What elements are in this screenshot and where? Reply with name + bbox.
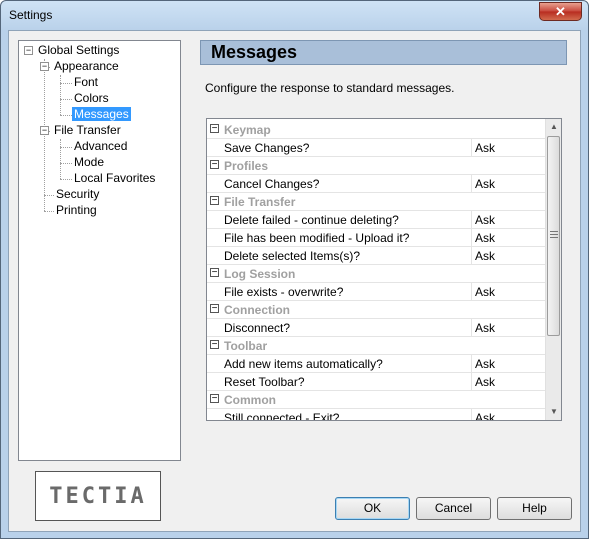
tree-item-local-favorites[interactable]: Local Favorites [72, 170, 157, 186]
response-value[interactable]: Ask [475, 231, 495, 245]
response-value[interactable]: Ask [475, 141, 495, 155]
column-separator [471, 247, 472, 265]
tree-item-mode[interactable]: Mode [72, 154, 106, 170]
tree-item-appearance[interactable]: Appearance [52, 58, 121, 74]
collapse-icon[interactable]: − [40, 126, 49, 135]
group-label: File Transfer [224, 195, 296, 209]
message-text: Delete failed - continue deleting? [224, 213, 399, 227]
response-value[interactable]: Ask [475, 357, 495, 371]
message-text: File has been modified - Upload it? [224, 231, 410, 245]
response-value[interactable]: Ask [475, 213, 495, 227]
column-separator [471, 139, 472, 157]
group-label: Log Session [224, 267, 296, 281]
message-text: Reset Toolbar? [224, 375, 305, 389]
message-row[interactable]: Save Changes? Ask [207, 139, 547, 157]
message-text: Add new items automatically? [224, 357, 383, 371]
message-row[interactable]: File has been modified - Upload it? Ask [207, 229, 547, 247]
collapse-icon[interactable]: − [210, 304, 219, 314]
group-header[interactable]: − Common [207, 391, 547, 409]
message-row[interactable]: Reset Toolbar? Ask [207, 373, 547, 391]
tectia-logo: TECTIA [35, 471, 161, 521]
tree-item-global-settings[interactable]: Global Settings [36, 42, 121, 58]
collapse-icon[interactable]: − [24, 46, 33, 55]
column-separator [471, 283, 472, 301]
page-header: Messages [200, 40, 567, 65]
group-header[interactable]: − Profiles [207, 157, 547, 175]
page-title: Messages [211, 42, 298, 62]
group-label: Toolbar [224, 339, 268, 353]
page-description: Configure the response to standard messa… [205, 81, 455, 95]
message-text: Delete selected Items(s)? [224, 249, 361, 263]
cancel-button[interactable]: Cancel [416, 497, 491, 520]
collapse-icon[interactable]: − [210, 340, 219, 350]
message-text: File exists - overwrite? [224, 285, 344, 299]
settings-tree: − Global Settings − Appearance Font Colo… [18, 40, 181, 461]
column-separator [471, 229, 472, 247]
group-label: Connection [224, 303, 290, 317]
column-separator [471, 319, 472, 337]
collapse-icon[interactable]: − [210, 196, 219, 206]
messages-list-rows: − Keymap Save Changes? Ask − Profiles Cancel C… [207, 121, 547, 421]
tree-item-advanced[interactable]: Advanced [72, 138, 129, 154]
message-row[interactable]: Add new items automatically? Ask [207, 355, 547, 373]
collapse-icon[interactable]: − [210, 394, 219, 404]
column-separator [471, 355, 472, 373]
tree-item-security[interactable]: Security [54, 186, 101, 202]
response-value[interactable]: Ask [475, 375, 495, 389]
messages-list[interactable]: − Keymap Save Changes? Ask − Profiles Cancel C… [206, 118, 562, 421]
tree-item-messages[interactable]: Messages [72, 106, 131, 122]
column-separator [471, 211, 472, 229]
group-label: Keymap [224, 123, 271, 137]
response-value[interactable]: Ask [475, 177, 495, 191]
message-text: Save Changes? [224, 141, 310, 155]
scroll-down-icon[interactable]: ▼ [546, 404, 561, 420]
message-text: Disconnect? [224, 321, 291, 335]
column-separator [471, 409, 472, 420]
tree-item-colors[interactable]: Colors [72, 90, 111, 106]
collapse-icon[interactable]: − [210, 124, 219, 134]
column-separator [471, 175, 472, 193]
response-value[interactable]: Ask [475, 321, 495, 335]
close-button[interactable]: ✕ [539, 2, 582, 21]
message-row[interactable]: Delete selected Items(s)? Ask [207, 247, 547, 265]
group-label: Profiles [224, 159, 269, 173]
tree-item-font[interactable]: Font [72, 74, 100, 90]
response-value[interactable]: Ask [475, 249, 495, 263]
message-row[interactable]: File exists - overwrite? Ask [207, 283, 547, 301]
close-icon: ✕ [555, 4, 566, 19]
settings-window: Settings ✕ − Global Settings − Appearanc… [0, 0, 589, 539]
group-header[interactable]: − File Transfer [207, 193, 547, 211]
collapse-icon[interactable]: − [210, 268, 219, 278]
dialog-client-area: − Global Settings − Appearance Font Colo… [8, 30, 581, 532]
message-row[interactable]: Cancel Changes? Ask [207, 175, 547, 193]
message-text: Still connected - Exit? [224, 411, 340, 421]
ok-button[interactable]: OK [335, 497, 410, 520]
scroll-up-icon[interactable]: ▲ [546, 119, 561, 135]
message-row[interactable]: Disconnect? Ask [207, 319, 547, 337]
message-row[interactable]: Still connected - Exit? Ask [207, 409, 547, 421]
group-header[interactable]: − Connection [207, 301, 547, 319]
title-bar: Settings ✕ [1, 1, 588, 29]
group-label: Common [224, 393, 276, 407]
tree-item-printing[interactable]: Printing [54, 202, 99, 218]
help-button[interactable]: Help [497, 497, 572, 520]
response-value[interactable]: Ask [475, 285, 495, 299]
group-header[interactable]: − Keymap [207, 121, 547, 139]
message-text: Cancel Changes? [224, 177, 320, 191]
response-value[interactable]: Ask [475, 411, 495, 420]
collapse-icon[interactable]: − [40, 62, 49, 71]
group-header[interactable]: − Toolbar [207, 337, 547, 355]
scrollbar-thumb[interactable] [547, 136, 560, 336]
tree-item-file-transfer[interactable]: File Transfer [52, 122, 123, 138]
vertical-scrollbar[interactable]: ▲ ▼ [545, 119, 561, 420]
grip-icon [550, 231, 558, 238]
column-separator [471, 373, 472, 391]
group-header[interactable]: − Log Session [207, 265, 547, 283]
window-title: Settings [9, 8, 53, 22]
logo-text: TECTIA [49, 484, 147, 509]
collapse-icon[interactable]: − [210, 160, 219, 170]
message-row[interactable]: Delete failed - continue deleting? Ask [207, 211, 547, 229]
